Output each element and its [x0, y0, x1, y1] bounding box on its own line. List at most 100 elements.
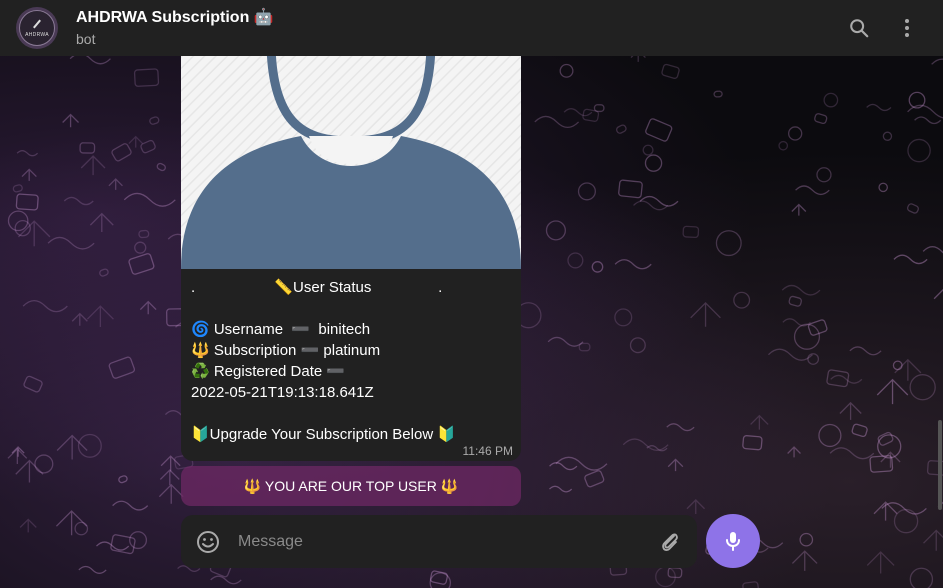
doodle-shape	[18, 220, 51, 247]
doodle-shape	[922, 246, 943, 254]
doodle-shape	[816, 167, 832, 183]
doodle-shape	[733, 291, 751, 309]
emoji-icon[interactable]	[195, 529, 221, 555]
doodle-shape	[138, 229, 150, 239]
doodle-shape	[55, 510, 88, 536]
doodle-shape	[894, 358, 922, 381]
doodle-shape	[584, 470, 605, 488]
doodle-shape	[851, 423, 868, 438]
doodle-shape	[787, 446, 801, 458]
scrollbar[interactable]	[938, 420, 942, 510]
doodle-shape	[71, 312, 88, 326]
search-icon[interactable]	[847, 16, 871, 40]
message-input[interactable]	[236, 527, 640, 557]
doodle-shape	[713, 90, 723, 98]
doodle-shape	[807, 319, 828, 336]
doodle-shape	[818, 423, 842, 448]
chat-header: AHDRWA AHDRWA Subscription 🤖 bot	[0, 0, 943, 56]
doodle-shape	[128, 253, 155, 275]
doodle-shape	[11, 446, 25, 457]
doodle-shape	[633, 200, 669, 211]
inline-keyboard-button[interactable]: 🔱 YOU ARE OUR TOP USER 🔱	[181, 466, 521, 506]
doodle-shape	[567, 252, 584, 269]
doodle-shape	[159, 469, 180, 486]
doodle-shape	[591, 261, 604, 273]
doodle-shape	[645, 118, 673, 142]
doodle-shape	[559, 63, 574, 78]
doodle-shape	[795, 185, 830, 196]
doodle-shape	[63, 196, 94, 206]
message-line: 2022-05-21T19:13:18.641Z	[191, 384, 374, 401]
doodle-shape	[909, 374, 936, 401]
doodle-shape	[788, 126, 803, 141]
doodle-shape	[893, 254, 928, 265]
doodle-shape	[534, 115, 580, 129]
doodle-shape	[866, 551, 895, 574]
chat-info[interactable]: AHDRWA Subscription 🤖 bot	[76, 8, 274, 49]
message-line: . 📏User Status .	[191, 279, 443, 296]
doodle-shape	[629, 337, 646, 354]
doodle-shape	[21, 168, 37, 181]
message-composer	[181, 515, 697, 568]
doodle-shape	[799, 532, 814, 547]
doodle-shape	[907, 104, 943, 119]
message-bubble[interactable]: . 📏User Status . 🌀 Username ➖ binitech 🔱 S…	[181, 56, 521, 461]
doodle-shape	[866, 103, 892, 112]
doodle-shape	[642, 144, 654, 156]
chat-subtitle: bot	[76, 31, 96, 47]
doodle-shape	[931, 58, 943, 65]
message-time: 11:46 PM	[462, 444, 513, 458]
doodle-shape	[788, 295, 803, 307]
doodle-shape	[614, 259, 652, 270]
doodle-shape	[111, 143, 132, 162]
doodle-shape	[750, 414, 769, 430]
paperclip-icon[interactable]	[657, 529, 683, 555]
bot-avatar[interactable]: AHDRWA	[16, 7, 58, 49]
doodle-shape	[69, 56, 111, 65]
doodle-shape	[23, 375, 43, 393]
doodle-shape	[914, 116, 942, 125]
avatar-text: AHDRWA	[25, 31, 49, 38]
doodle-shape	[547, 336, 584, 347]
doodle-shape	[158, 483, 184, 504]
doodle-shape	[839, 401, 862, 420]
doodle-shape	[7, 448, 28, 464]
doodle-shape	[823, 92, 839, 108]
microphone-icon	[726, 532, 740, 551]
doodle-shape	[129, 531, 148, 550]
doodle-shape	[615, 124, 627, 134]
doodle-shape	[19, 518, 37, 533]
doodle-shape	[614, 308, 633, 327]
doodle-shape	[742, 581, 760, 588]
doodle-shape	[682, 225, 700, 239]
more-vertical-icon[interactable]	[895, 16, 919, 40]
doodle-shape	[814, 113, 828, 125]
doodle-shape	[549, 485, 573, 493]
doodle-shape	[133, 68, 160, 87]
profile-photo[interactable]	[181, 56, 521, 269]
doodle-shape	[110, 534, 136, 555]
doodle-shape	[849, 346, 882, 356]
doodle-shape	[15, 193, 39, 211]
doodle-shape	[666, 423, 695, 432]
doodle-shape	[96, 541, 130, 551]
doodle-shape	[34, 454, 54, 474]
doodle-shape	[923, 529, 943, 551]
doodle-shape	[78, 565, 107, 574]
doodle-shape	[149, 116, 160, 125]
doodle-shape	[140, 139, 156, 154]
doodle-shape	[892, 360, 903, 371]
doodle-shape	[715, 230, 742, 257]
doodle-shape	[893, 508, 919, 534]
doodle-shape	[16, 149, 39, 157]
doodle-shape	[22, 299, 68, 313]
doodle-shape	[906, 203, 919, 214]
doodle-shape	[778, 140, 789, 151]
doodle-shape	[118, 475, 128, 484]
doodle-shape	[829, 447, 875, 460]
doodle-shape	[882, 131, 893, 141]
doodle-shape	[909, 567, 934, 588]
doodle-shape	[429, 572, 452, 588]
doodle-shape	[767, 348, 813, 361]
microphone-button[interactable]	[706, 514, 760, 568]
